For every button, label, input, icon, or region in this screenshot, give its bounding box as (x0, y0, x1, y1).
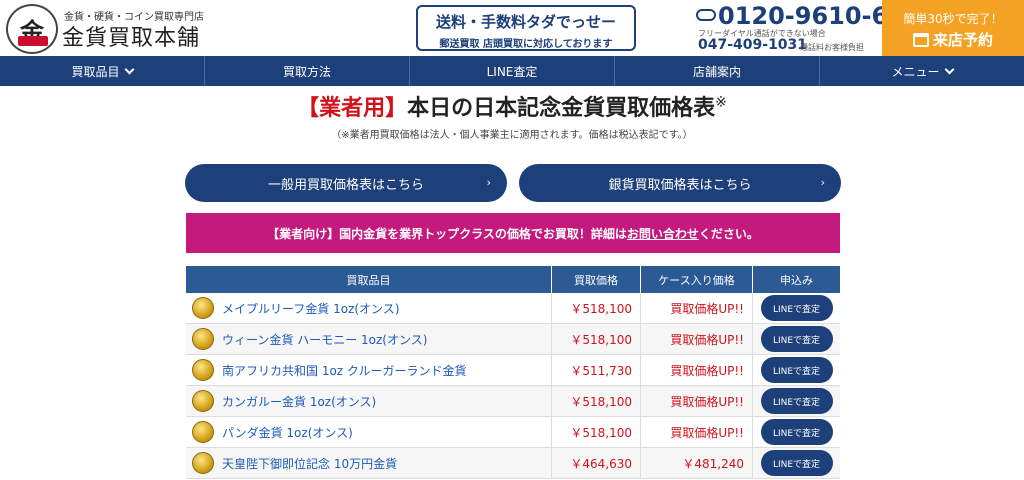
apply-cell: LINEで査定 (753, 355, 840, 385)
table-row: パンダ金貨 1oz(オンス) ￥518,100 買取価格UP!! LINEで査定 (186, 417, 840, 448)
price-cell: ￥518,100 (552, 417, 641, 447)
nav-item-purchase-method[interactable]: 買取方法 (205, 56, 410, 86)
price-cell: ￥518,100 (552, 293, 641, 323)
table-body: メイプルリーフ金貨 1oz(オンス) ￥518,100 買取価格UP!! LIN… (186, 293, 840, 479)
nav-item-purchase-items[interactable]: 買取品目 (0, 56, 205, 86)
apply-cell: LINEで査定 (753, 293, 840, 323)
item-link[interactable]: パンダ金貨 1oz(オンス) (222, 424, 353, 441)
table-row: ウィーン金貨 ハーモニー 1oz(オンス) ￥518,100 買取価格UP!! … (186, 324, 840, 355)
line-appraisal-button[interactable]: LINEで査定 (760, 388, 833, 414)
case-price-cell: 買取価格UP!! (641, 324, 753, 354)
nav-label: LINE査定 (486, 64, 538, 79)
nav-label: 買取品目 (71, 64, 120, 79)
item-cell: 南アフリカ共和国 1oz クルーガーランド金貨 (186, 355, 552, 385)
gold-coin-icon (192, 297, 214, 319)
reservation-tagline: 簡単30秒で完了！ (903, 12, 1003, 26)
table-row: メイプルリーフ金貨 1oz(オンス) ￥518,100 買取価格UP!! LIN… (186, 293, 840, 324)
table-row: 南アフリカ共和国 1oz クルーガーランド金貨 ￥511,730 買取価格UP!… (186, 355, 840, 386)
item-cell: ウィーン金貨 ハーモニー 1oz(オンス) (186, 324, 552, 354)
case-price-cell: ￥481,240 (641, 448, 753, 478)
item-link[interactable]: 南アフリカ共和国 1oz クルーガーランド金貨 (222, 362, 467, 379)
toll-free-number[interactable]: 0120-9610-66 (718, 2, 905, 30)
logo-seal-redbar (18, 36, 48, 46)
line-appraisal-button[interactable]: LINEで査定 (760, 357, 833, 383)
price-cell: ￥518,100 (552, 386, 641, 416)
tax-note: （※業者用買取価格は法人・個人事業主に適用されます。価格は税込表記です。） (331, 130, 693, 141)
logo-seal[interactable]: 金 (6, 4, 58, 54)
chevron-down-icon (944, 64, 954, 74)
free-shipping-banner: 送料・手数料タダでっせー 郵送買取 店頭買取に対応しております (416, 5, 636, 51)
banner-headline: 送料・手数料タダでっせー (435, 13, 616, 31)
line-appraisal-button[interactable]: LINEで査定 (760, 419, 833, 445)
nav-item-menu[interactable]: メニュー (820, 56, 1024, 86)
chevron-down-icon (124, 64, 134, 74)
header-case-price: ケース入り価格 (641, 266, 753, 293)
phone-icon (696, 9, 716, 21)
alt-phone-note: 通話料お客様負担 (800, 43, 864, 52)
nav-label: 店舗案内 (692, 64, 741, 79)
line-appraisal-button[interactable]: LINEで査定 (760, 295, 833, 321)
gold-coin-icon (192, 452, 214, 474)
gold-coin-icon (192, 328, 214, 350)
store-reservation-button[interactable]: 簡単30秒で完了！ 来店予約 (882, 0, 1024, 56)
general-price-list-button[interactable]: 一般用買取価格表はこちら › (185, 164, 507, 202)
case-price-cell: 買取価格UP!! (641, 355, 753, 385)
silver-price-list-button[interactable]: 銀貨買取価格表はこちら › (519, 164, 841, 202)
table-row: 天皇陛下御即位記念 10万円金貨 ￥464,630 ￥481,240 LINEで… (186, 448, 840, 479)
notice-text-before: 【業者向け】国内金貨を業界トップクラスの価格でお買取！詳細は (267, 226, 627, 241)
general-price-list-label: 一般用買取価格表はこちら (267, 177, 424, 193)
item-cell: カンガルー金貨 1oz(オンス) (186, 386, 552, 416)
chevron-right-icon: › (820, 176, 825, 189)
table-header: 買取品目 買取価格 ケース入り価格 申込み (186, 266, 840, 293)
notice-text-after: ください。 (698, 226, 759, 241)
apply-cell: LINEで査定 (753, 448, 840, 478)
price-cell: ￥518,100 (552, 324, 641, 354)
title-main: 本日の日本記念金貨買取価格表 (407, 96, 716, 121)
nav-label: メニュー (891, 64, 940, 79)
price-table: 買取品目 買取価格 ケース入り価格 申込み メイプルリーフ金貨 1oz(オンス)… (186, 266, 840, 479)
header-apply: 申込み (780, 273, 813, 287)
banner-subline: 郵送買取 店頭買取に対応しております (439, 39, 613, 50)
chevron-right-icon: › (486, 176, 491, 189)
case-price-cell: 買取価格UP!! (641, 293, 753, 323)
line-appraisal-button[interactable]: LINEで査定 (760, 450, 833, 476)
nav-item-store-info[interactable]: 店舗案内 (615, 56, 820, 86)
item-link[interactable]: 天皇陛下御即位記念 10万円金貨 (222, 455, 397, 472)
calendar-icon (912, 32, 929, 47)
alt-phone-number[interactable]: 047-409-1031 (698, 37, 807, 53)
price-cell: ￥464,630 (552, 448, 641, 478)
case-price-cell: 買取価格UP!! (641, 417, 753, 447)
contact-link[interactable]: お問い合わせ (627, 225, 699, 242)
item-cell: メイプルリーフ金貨 1oz(オンス) (186, 293, 552, 323)
main-nav: 買取品目 買取方法 LINE査定 店舗案内 メニュー (0, 56, 1024, 86)
item-link[interactable]: ウィーン金貨 ハーモニー 1oz(オンス) (222, 331, 427, 348)
table-row: カンガルー金貨 1oz(オンス) ￥518,100 買取価格UP!! LINEで… (186, 386, 840, 417)
business-notice-banner: 【業者向け】国内金貨を業界トップクラスの価格でお買取！詳細は お問い合わせ ください… (186, 213, 840, 253)
header-item: 買取品目 (186, 266, 552, 293)
item-link[interactable]: メイプルリーフ金貨 1oz(オンス) (222, 300, 400, 317)
nav-label: 買取方法 (282, 64, 331, 79)
apply-cell: LINEで査定 (753, 417, 840, 447)
site-header: 金 金貨・硬貨・コイン買取専門店 金貨買取本舗 送料・手数料タダでっせー 郵送買… (0, 0, 1024, 56)
apply-cell: LINEで査定 (753, 386, 840, 416)
item-cell: パンダ金貨 1oz(オンス) (186, 417, 552, 447)
item-link[interactable]: カンガルー金貨 1oz(オンス) (222, 393, 376, 410)
title-prefix: 【業者用】 (297, 96, 408, 121)
price-cell: ￥511,730 (552, 355, 641, 385)
case-price-cell: 買取価格UP!! (641, 386, 753, 416)
nav-item-line-appraisal[interactable]: LINE査定 (410, 56, 615, 86)
line-appraisal-button[interactable]: LINEで査定 (760, 326, 833, 352)
gold-coin-icon (192, 421, 214, 443)
apply-cell: LINEで査定 (753, 324, 840, 354)
title-mark: ※ (715, 94, 727, 111)
silver-price-list-label: 銀貨買取価格表はこちら (608, 177, 752, 193)
reservation-label-wrap: 来店予約 (882, 29, 1024, 50)
gold-coin-icon (192, 390, 214, 412)
logo-name[interactable]: 金貨買取本舗 (62, 20, 200, 52)
reservation-label: 来店予約 (932, 31, 993, 49)
header-price: 買取価格 (552, 266, 641, 293)
gold-coin-icon (192, 359, 214, 381)
item-cell: 天皇陛下御即位記念 10万円金貨 (186, 448, 552, 478)
page-title: 【業者用】本日の日本記念金貨買取価格表※ (0, 90, 1024, 122)
